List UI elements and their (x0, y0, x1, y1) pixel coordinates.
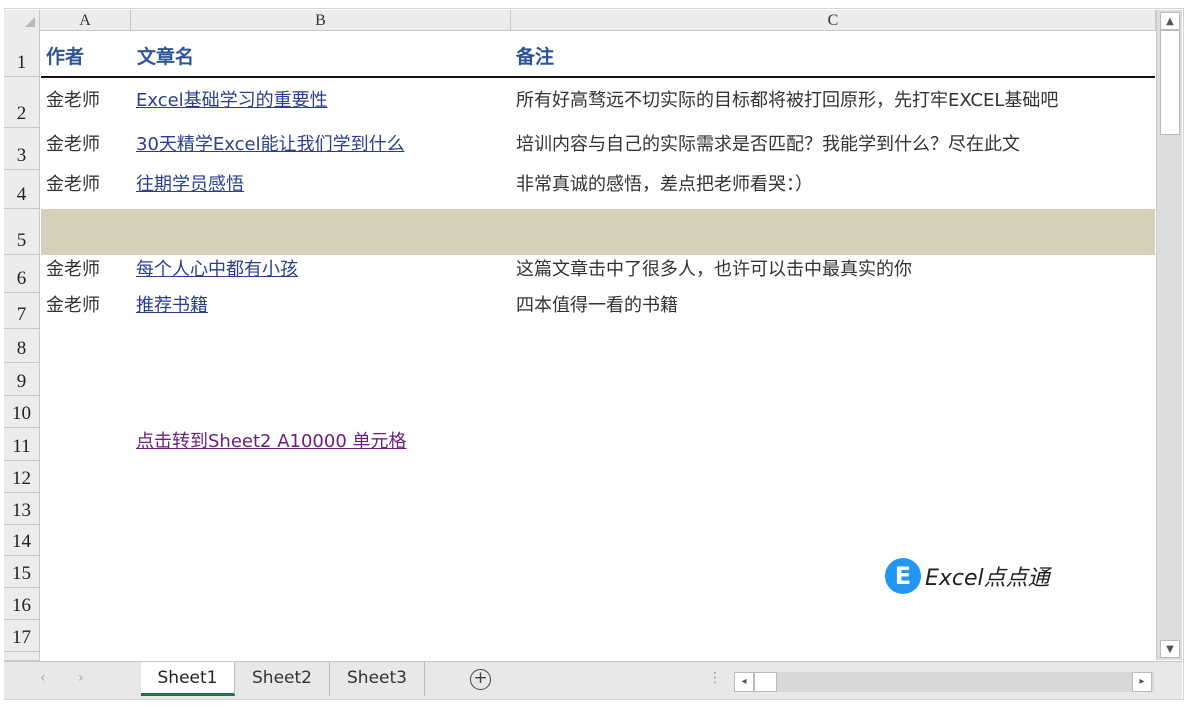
row-header-6[interactable]: 6 (4, 255, 40, 293)
watermark-logo: E Excel点点通 (885, 558, 1050, 594)
vertical-scrollbar[interactable]: ▲ ▼ (1156, 10, 1182, 660)
header-note[interactable]: 备注 (516, 30, 554, 77)
scroll-up-button[interactable]: ▲ (1160, 12, 1180, 30)
splitter-handle[interactable]: ⋮ (708, 670, 722, 686)
author-cell[interactable]: 金老师 (46, 293, 100, 325)
row-header-5[interactable]: 5 (4, 209, 40, 255)
prev-sheet-button[interactable]: ‹ (40, 670, 46, 686)
tab-sheet1[interactable]: Sheet1 (141, 662, 235, 696)
row-header-9[interactable]: 9 (4, 363, 40, 396)
author-cell[interactable]: 金老师 (46, 170, 100, 204)
row-5-fill (41, 209, 1155, 255)
row-header-3[interactable]: 3 (4, 128, 40, 170)
scroll-left-button[interactable]: ◂ (734, 672, 754, 692)
scroll-down-button[interactable]: ▼ (1160, 640, 1180, 658)
row-header-10[interactable]: 10 (4, 396, 40, 428)
logo-text: Excel点点通 (925, 560, 1050, 592)
select-all-button[interactable] (4, 10, 40, 31)
row-header-partial[interactable] (4, 652, 40, 661)
row-header-8[interactable]: 8 (4, 329, 40, 363)
article-link[interactable]: 推荐书籍 (136, 293, 208, 325)
header-title[interactable]: 文章名 (137, 30, 194, 77)
scroll-right-button[interactable]: ▸ (1132, 672, 1152, 692)
tab-sheet3[interactable]: Sheet3 (330, 662, 425, 696)
row-header-1[interactable]: 1 (4, 30, 40, 77)
row-header-14[interactable]: 14 (4, 525, 40, 556)
column-header-a[interactable]: A (40, 10, 131, 31)
article-link[interactable]: Excel基础学习的重要性 (136, 78, 328, 120)
author-cell[interactable]: 金老师 (46, 255, 100, 289)
column-header-b[interactable]: B (131, 10, 511, 31)
note-cell[interactable]: 这篇文章击中了很多人，也许可以击中最真实的你 (516, 255, 912, 289)
row-header-7[interactable]: 7 (4, 293, 40, 329)
horizontal-scroll-thumb[interactable] (754, 672, 777, 692)
row-header-12[interactable]: 12 (4, 461, 40, 493)
note-cell[interactable]: 四本值得一看的书籍 (516, 293, 678, 325)
row-header-2[interactable]: 2 (4, 77, 40, 128)
add-sheet-icon[interactable]: + (470, 669, 491, 690)
author-cell[interactable]: 金老师 (46, 78, 100, 120)
note-cell[interactable]: 非常真诚的感悟，差点把老师看哭：） (516, 170, 813, 204)
row-header-13[interactable]: 13 (4, 493, 40, 525)
column-header-c[interactable]: C (511, 10, 1156, 31)
article-link[interactable]: 30天精学Excel能让我们学到什么 (136, 128, 405, 164)
logo-e-icon: E (885, 558, 921, 594)
note-cell[interactable]: 所有好高骛远不切实际的目标都将被打回原形，先打牢EXCEL基础吧 (516, 78, 1058, 120)
tab-sheet2[interactable]: Sheet2 (235, 662, 330, 696)
article-link[interactable]: 往期学员感悟 (136, 170, 244, 204)
row-header-4[interactable]: 4 (4, 170, 40, 209)
row-header-16[interactable]: 16 (4, 588, 40, 620)
next-sheet-button[interactable]: › (78, 670, 84, 686)
sheet-tab-bar: ‹ › Sheet1 Sheet2 Sheet3 + ⋮ ◂ ▸ (4, 661, 1182, 699)
article-link[interactable]: 每个人心中都有小孩 (136, 255, 298, 289)
note-cell[interactable]: 培训内容与自己的实际需求是否匹配？我能学到什么？尽在此文 (516, 128, 1020, 164)
row-header-17[interactable]: 17 (4, 620, 40, 652)
row-header-15[interactable]: 15 (4, 556, 40, 588)
jump-to-sheet2-link[interactable]: 点击转到Sheet2 A10000 单元格 (136, 428, 407, 461)
header-author[interactable]: 作者 (46, 30, 84, 77)
row-header-11[interactable]: 11 (4, 428, 40, 461)
author-cell[interactable]: 金老师 (46, 128, 100, 164)
horizontal-scrollbar[interactable]: ◂ ▸ (734, 672, 1154, 692)
vertical-scroll-thumb[interactable] (1160, 30, 1180, 135)
